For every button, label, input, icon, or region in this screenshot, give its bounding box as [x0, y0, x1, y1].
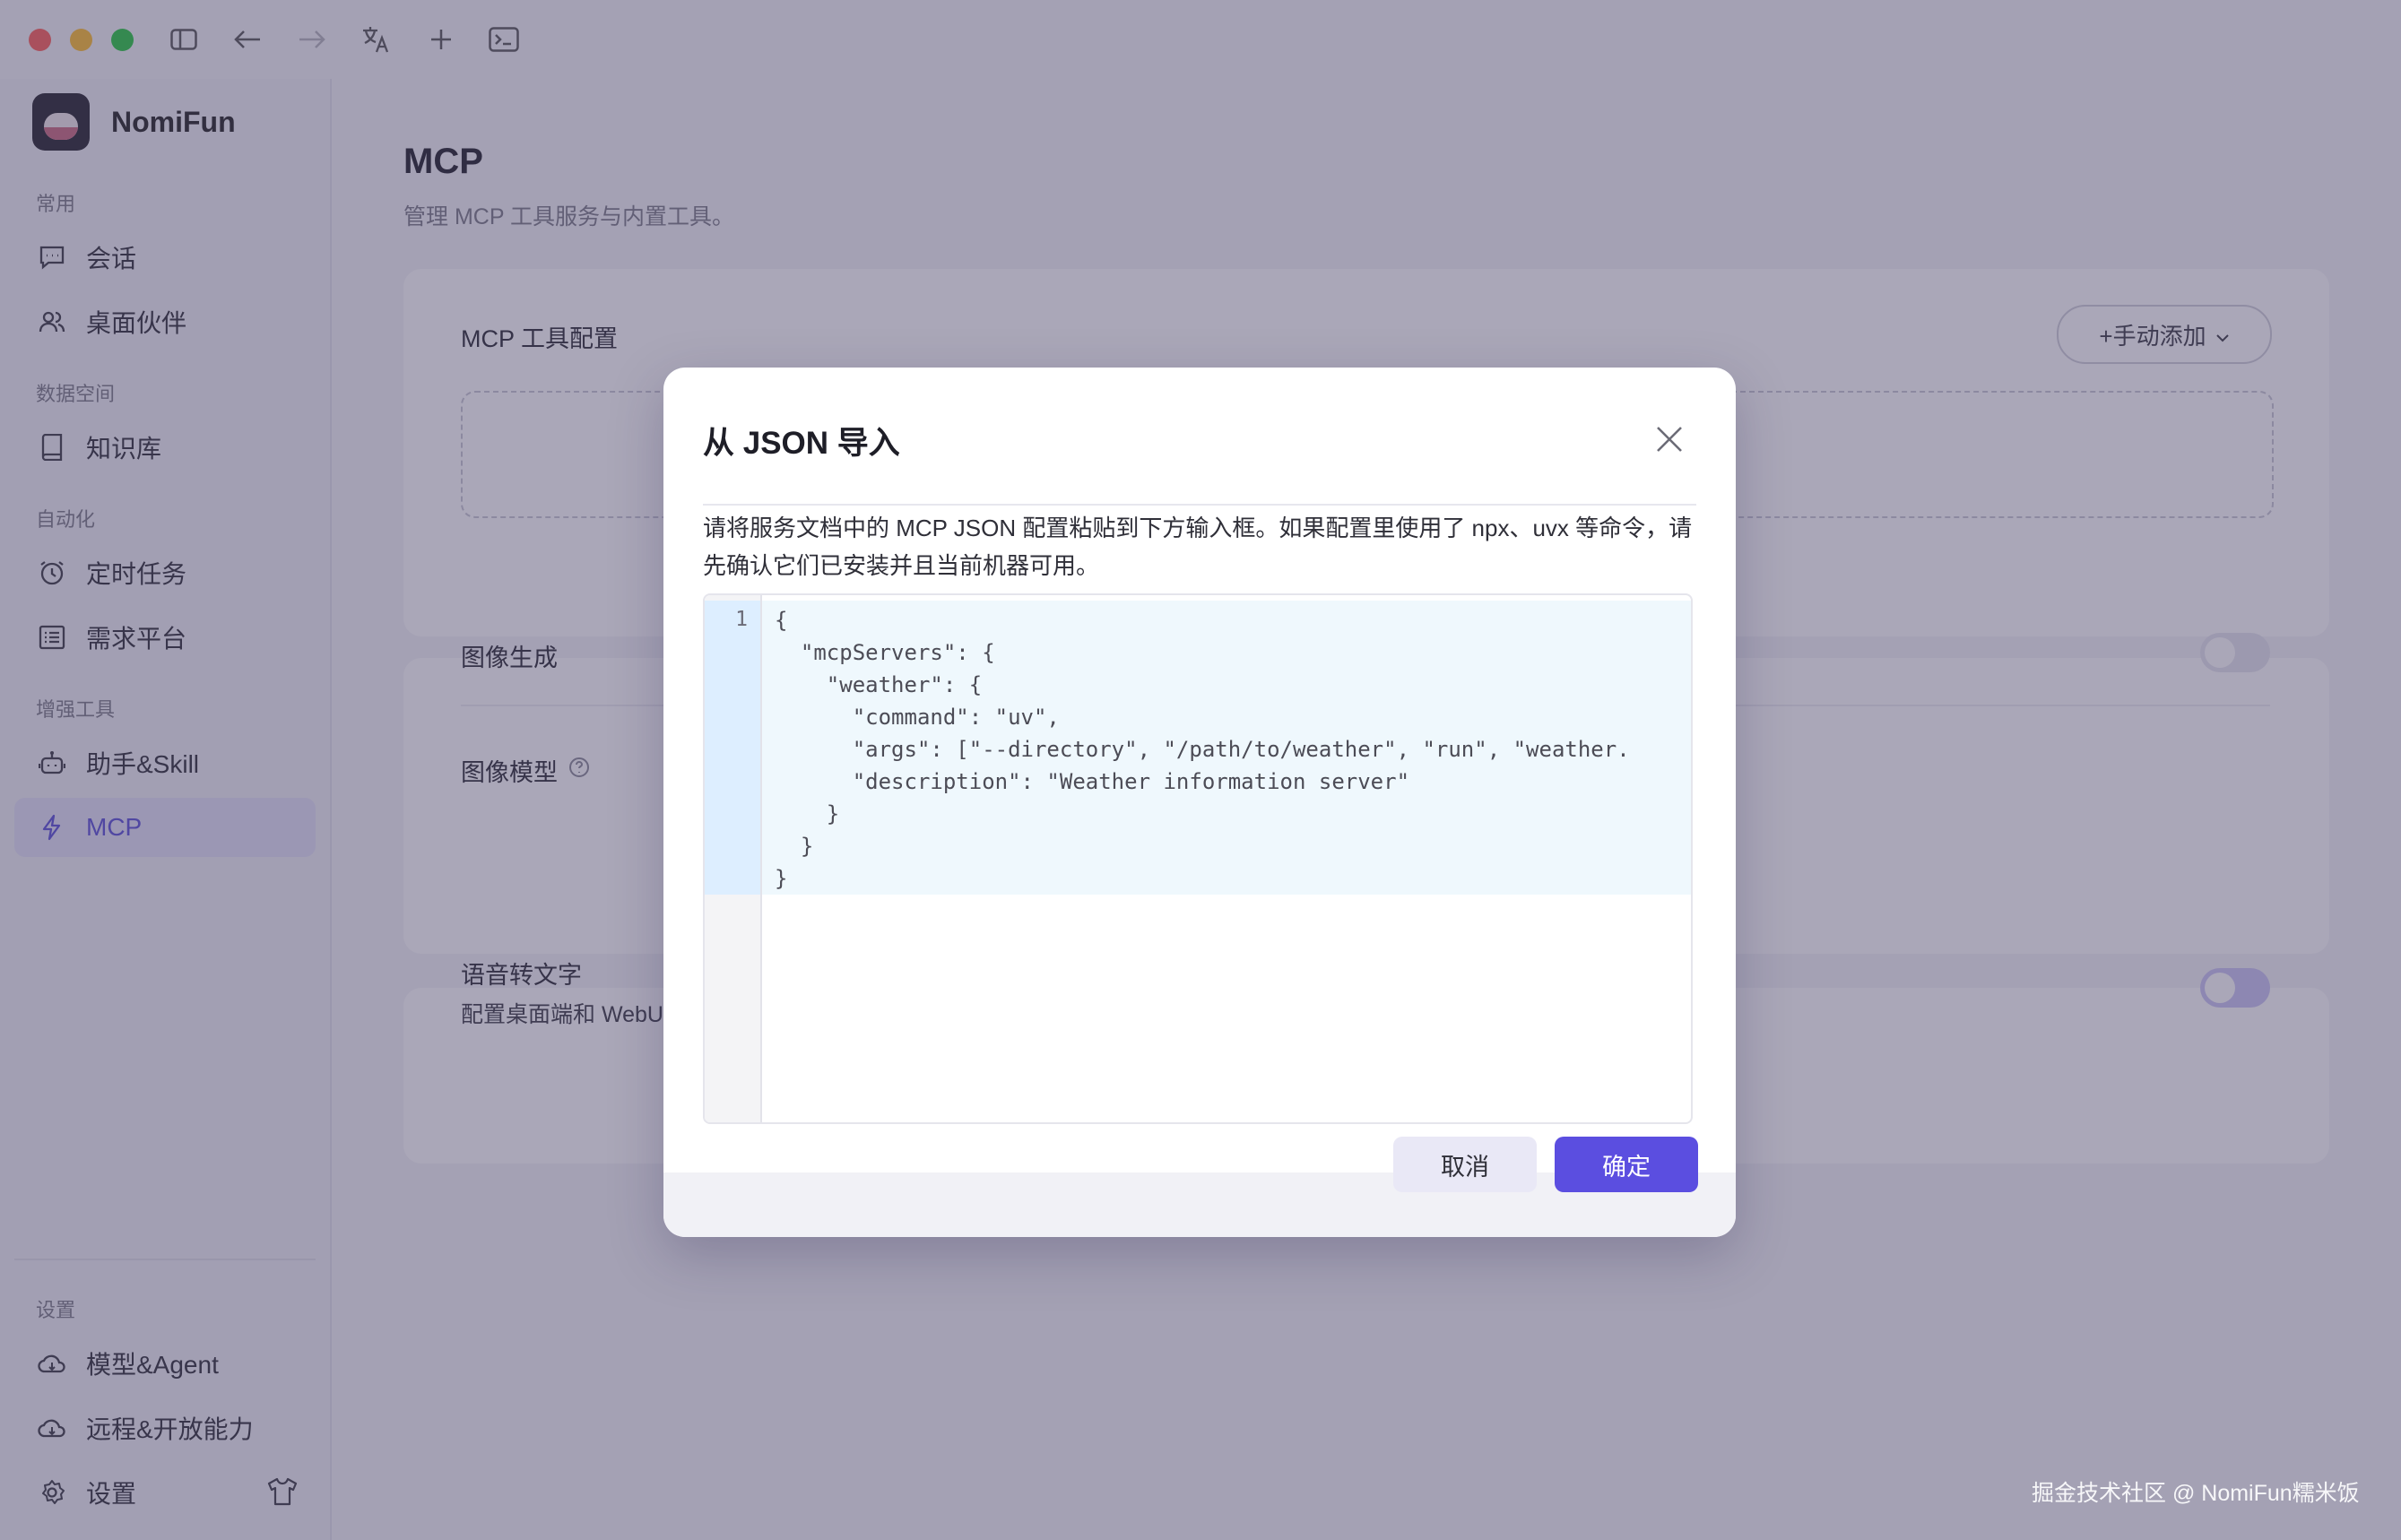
confirm-button[interactable]: 确定 — [1555, 1137, 1698, 1192]
dialog-description: 请将服务文档中的 MCP JSON 配置粘贴到下方输入框。如果配置里使用了 np… — [703, 515, 1693, 579]
close-icon[interactable] — [1650, 420, 1689, 459]
json-code-content[interactable]: { "mcpServers": { "weather": { "command"… — [775, 604, 1630, 895]
line-number: 1 — [735, 608, 748, 631]
dialog-title: 从 JSON 导入 — [703, 426, 900, 461]
import-json-dialog: 从 JSON 导入 请将服务文档中的 MCP JSON 配置粘贴到下方输入框。如… — [663, 368, 1736, 1237]
gutter-active-line — [705, 601, 760, 895]
dialog-divider — [703, 504, 1696, 506]
app-window: NomiFun 常用 会话 桌面伙伴 数据空间 知识库 自动化 定时任务 需求平… — [0, 0, 2401, 1540]
watermark: 掘金技术社区 @ NomiFun糯米饭 — [2032, 1481, 2360, 1506]
json-code-editor[interactable]: 1 { "mcpServers": { "weather": { "comman… — [703, 593, 1693, 1124]
cancel-button[interactable]: 取消 — [1393, 1137, 1537, 1192]
